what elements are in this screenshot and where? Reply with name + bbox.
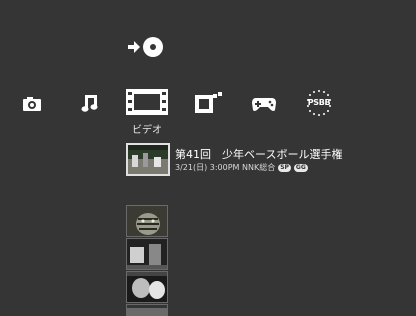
list-item[interactable]: [126, 238, 168, 270]
category-photo[interactable]: [22, 96, 42, 112]
selected-item-thumbnail[interactable]: [126, 143, 170, 176]
list-item[interactable]: [126, 304, 168, 316]
category-tv[interactable]: [195, 91, 225, 113]
sp-badge: SP: [278, 164, 291, 172]
scene-thumbnail-image: [127, 239, 167, 269]
scene-thumbnail-image: [127, 308, 167, 315]
psbb-label: PSBB: [307, 98, 331, 107]
video-thumbnail-image: [128, 145, 168, 174]
music-note-icon: [81, 95, 98, 112]
gamepad-icon: [252, 98, 276, 111]
gg-badge: GG: [293, 164, 308, 172]
tiger-thumbnail-image: [127, 206, 167, 236]
category-video[interactable]: ビデオ: [125, 88, 169, 136]
selected-item-info: 3/21(日) 3:00PM NNK総合: [175, 163, 276, 172]
category-game[interactable]: [251, 96, 277, 112]
film-strip-icon: [126, 89, 168, 115]
scene-thumbnail-image: [127, 272, 167, 302]
selected-item-title: 第41回 少年ベースボール選手権: [175, 148, 343, 161]
list-item[interactable]: [126, 205, 168, 237]
category-music[interactable]: [81, 93, 99, 113]
category-network[interactable]: PSBB: [302, 88, 336, 118]
category-video-label: ビデオ: [132, 125, 162, 136]
list-item[interactable]: [126, 271, 168, 303]
camera-icon: [23, 97, 41, 111]
selected-item-subtitle: 3/21(日) 3:00PM NNK総合 SP GG: [175, 162, 308, 173]
tv-icon: [195, 92, 222, 113]
media-insert-arrow-icon[interactable]: [127, 36, 165, 58]
